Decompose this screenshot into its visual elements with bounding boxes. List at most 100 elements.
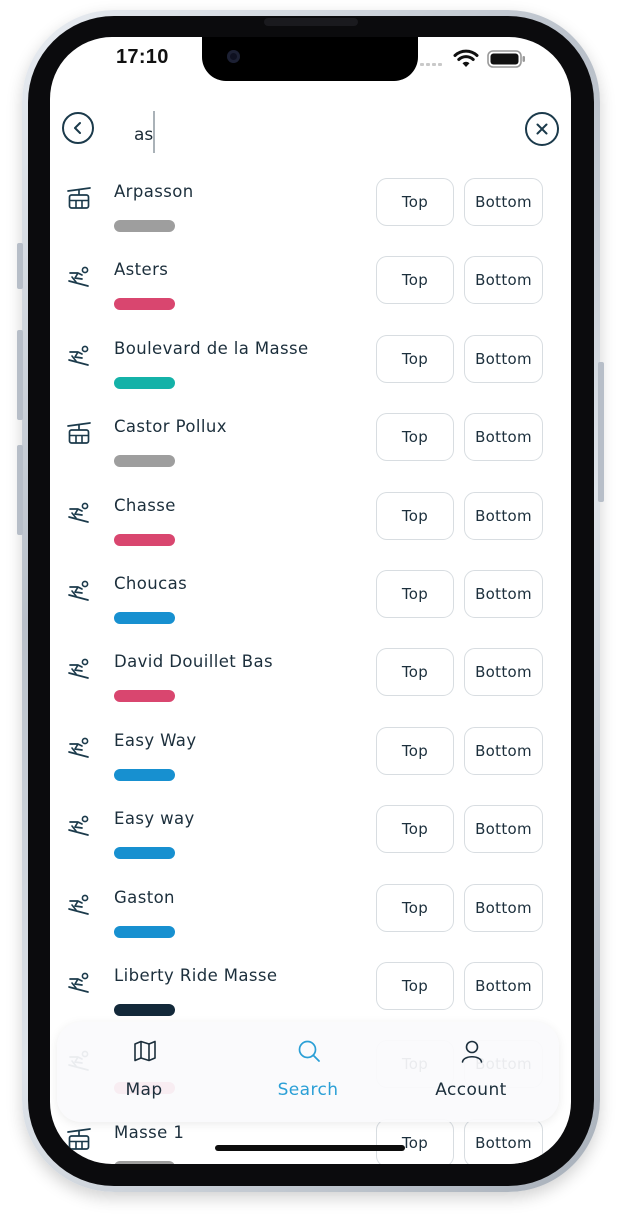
top-button[interactable]: Top — [376, 726, 454, 775]
list-item[interactable]: Castor Pollux Top Bottom — [50, 413, 571, 491]
tab-account[interactable]: Account — [401, 1022, 541, 1122]
bottom-button[interactable]: Bottom — [464, 256, 543, 305]
tab-map[interactable]: Map — [74, 1022, 214, 1122]
earpiece-speaker — [264, 18, 358, 26]
status-time: 17:10 — [116, 46, 169, 68]
list-item[interactable]: Easy Way Top Bottom — [50, 726, 571, 805]
difficulty-color-bar — [114, 768, 175, 781]
map-icon — [134, 1040, 156, 1062]
gondola-lift-icon — [66, 1127, 92, 1153]
result-name: Arpasson — [114, 182, 194, 201]
top-button[interactable]: Top — [376, 962, 454, 1010]
difficulty-color-bar — [114, 376, 175, 389]
notch — [202, 37, 418, 81]
skier-icon — [66, 735, 92, 761]
skier-icon — [66, 500, 92, 526]
difficulty-color-bar — [114, 298, 175, 311]
list-item[interactable]: Choucas Top Bottom — [50, 570, 571, 648]
difficulty-color-bar — [114, 612, 175, 624]
result-name: Easy Way — [114, 730, 197, 750]
top-button[interactable]: Top — [376, 570, 454, 618]
top-button[interactable]: Top — [376, 648, 454, 697]
result-name: Gaston — [114, 887, 175, 907]
volume-up-button — [17, 330, 23, 420]
bottom-button[interactable]: Bottom — [464, 648, 543, 697]
result-name: Asters — [114, 260, 169, 280]
difficulty-color-bar — [114, 1160, 175, 1164]
top-button[interactable]: Top — [376, 334, 454, 383]
tab-search-label: Search — [277, 1080, 339, 1100]
skier-icon — [66, 970, 92, 996]
bottom-button[interactable]: Bottom — [464, 726, 543, 775]
skier-icon — [66, 343, 92, 369]
skier-icon — [66, 656, 92, 682]
list-item[interactable]: Chasse Top Bottom — [50, 491, 571, 570]
list-item[interactable]: Boulevard de la Masse Top Bottom — [50, 334, 571, 413]
result-name: Boulevard de la Masse — [114, 338, 309, 358]
wifi-icon — [453, 49, 479, 67]
power-button — [598, 362, 604, 502]
difficulty-color-bar — [114, 847, 175, 860]
result-name: Masse 1 — [114, 1122, 185, 1142]
difficulty-color-bar — [114, 455, 175, 468]
skier-icon — [66, 892, 92, 918]
tab-search[interactable]: Search — [238, 1022, 378, 1122]
result-name: Castor Pollux — [114, 417, 227, 437]
tab-account-label: Account — [435, 1080, 507, 1100]
result-name: Choucas — [114, 574, 188, 593]
top-button[interactable]: Top — [376, 491, 454, 540]
front-camera — [227, 50, 240, 63]
back-button[interactable] — [62, 112, 94, 144]
result-name: Chasse — [114, 495, 176, 515]
volume-down-button — [17, 445, 23, 535]
top-button[interactable]: Top — [376, 883, 454, 932]
skier-icon — [66, 578, 92, 604]
result-name: Easy way — [114, 809, 195, 829]
skier-icon — [66, 264, 92, 290]
bottom-button[interactable]: Bottom — [464, 178, 543, 226]
mute-switch — [17, 243, 23, 289]
close-icon — [536, 123, 548, 135]
list-item[interactable]: David Douillet Bas Top Bottom — [50, 648, 571, 726]
skier-icon — [66, 813, 92, 839]
top-button[interactable]: Top — [376, 256, 454, 305]
bottom-button[interactable]: Bottom — [464, 413, 543, 462]
list-item[interactable]: Easy way Top Bottom — [50, 805, 571, 883]
cellular-signal-icon — [420, 63, 446, 67]
tab-bar: Map Search Account — [57, 1022, 559, 1122]
gondola-lift-icon — [66, 186, 92, 212]
app-screen: 17:10 ArpassonTopBottomAstersTopBottomBo… — [50, 37, 571, 1164]
difficulty-color-bar — [114, 533, 175, 546]
battery-icon — [487, 50, 525, 68]
difficulty-color-bar — [114, 925, 175, 938]
bottom-button[interactable]: Bottom — [464, 805, 543, 854]
search-input[interactable] — [134, 115, 434, 155]
top-button[interactable]: Top — [376, 178, 454, 226]
home-indicator — [215, 1145, 405, 1151]
list-item[interactable]: Arpasson Top Bottom — [50, 178, 571, 256]
difficulty-color-bar — [114, 690, 175, 703]
gondola-lift-icon — [66, 421, 92, 447]
bottom-button[interactable]: Bottom — [464, 570, 543, 618]
bottom-button[interactable]: Bottom — [464, 1118, 543, 1164]
list-item[interactable]: Asters Top Bottom — [50, 256, 571, 334]
result-name: David Douillet Bas — [114, 652, 273, 672]
difficulty-color-bar — [114, 220, 175, 232]
clear-search-button[interactable] — [525, 112, 559, 146]
search-icon — [298, 1040, 320, 1062]
tab-map-label: Map — [125, 1080, 163, 1100]
result-name: Liberty Ride Masse — [114, 966, 278, 985]
bottom-button[interactable]: Bottom — [464, 491, 543, 540]
top-button[interactable]: Top — [376, 1118, 454, 1164]
text-cursor — [153, 111, 155, 153]
difficulty-color-bar — [114, 1004, 175, 1016]
user-icon — [461, 1040, 483, 1063]
list-item[interactable]: Masse 1 Top Bottom — [50, 1118, 571, 1164]
top-button[interactable]: Top — [376, 413, 454, 462]
top-button[interactable]: Top — [376, 805, 454, 854]
bottom-button[interactable]: Bottom — [464, 962, 543, 1010]
list-item[interactable]: Gaston Top Bottom — [50, 883, 571, 962]
bottom-button[interactable]: Bottom — [464, 883, 543, 932]
bottom-button[interactable]: Bottom — [464, 334, 543, 383]
chevron-left-icon — [74, 122, 81, 134]
